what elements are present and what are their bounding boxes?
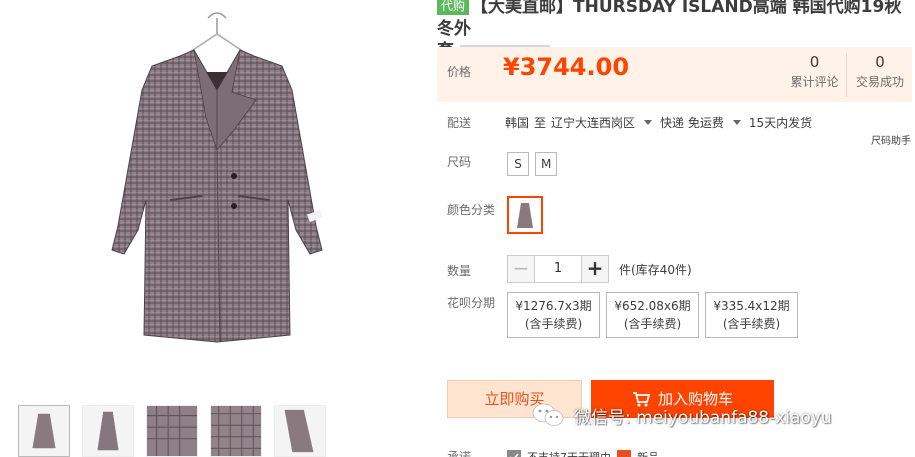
quantity-stepper: − 1 + [507, 255, 609, 283]
size-option-m[interactable]: M [535, 152, 558, 176]
promise-items: 不支持7天无理由 新品 [507, 449, 659, 457]
wechat-icon [532, 403, 564, 426]
installment-option-6[interactable]: ¥652.08x6期 (含手续费) [606, 292, 699, 338]
trades-label: 交易成功 [855, 75, 904, 89]
delivery-origin: 韩国 [505, 116, 530, 130]
delivery-to: 至 [534, 116, 547, 130]
trades-stat[interactable]: 0 交易成功 [851, 53, 909, 90]
title-line-1: 【大美直邮】THURSDAY ISLAND高端 韩国代购19秋冬外 [437, 0, 902, 39]
reviews-count: 0 [809, 53, 820, 71]
delivery-label: 配送 [447, 116, 472, 130]
promise-label: 承诺 [447, 450, 472, 457]
promise-item-2: 新品 [637, 449, 659, 457]
purchase-agent-tag: 代购 [437, 0, 470, 15]
size-option-s[interactable]: S [507, 152, 529, 176]
delivery-destination[interactable]: 辽宁大连西岗区 [551, 116, 635, 130]
thumbnail-2[interactable] [82, 405, 134, 457]
installment-fee: (含手续费) [524, 317, 583, 331]
installment-amount: ¥335.4x12期 [713, 299, 790, 313]
installment-amount: ¥652.08x6期 [614, 299, 691, 313]
color-label: 颜色分类 [447, 203, 496, 217]
wechat-watermark: 微信号: meiyoubanfa88-xiaoyu [532, 400, 832, 430]
trades-count: 0 [875, 53, 885, 71]
product-gallery [0, 0, 420, 457]
size-label: 尺码 [447, 155, 472, 169]
main-product-image[interactable] [20, 0, 415, 392]
promise-item-1: 不支持7天无理由 [527, 449, 611, 457]
reviews-stat[interactable]: 0 累计评论 [783, 53, 847, 97]
chevron-down-icon[interactable] [644, 120, 653, 125]
stock-info: 件(库存40件) [619, 263, 692, 277]
installment-fee: (含手续费) [722, 317, 781, 331]
size-helper-link[interactable]: 尺码助手 [871, 132, 911, 147]
delivery-info: 韩国至辽宁大连西岗区 快递 免运费 15天内发货 [505, 114, 817, 131]
delivery-method[interactable]: 快递 免运费 [660, 116, 724, 130]
quantity-decrease-button[interactable]: − [507, 255, 535, 283]
quantity-label: 数量 [447, 264, 472, 278]
thumbnail-strip [18, 405, 418, 457]
installment-fee: (含手续费) [623, 317, 682, 331]
reviews-label: 累计评论 [790, 75, 839, 89]
thumbnail-5[interactable] [274, 405, 326, 457]
watermark-text: 微信号: meiyoubanfa88-xiaoyu [574, 407, 832, 428]
color-swatch-plaid[interactable] [507, 196, 543, 234]
installment-label: 花呗分期 [447, 296, 496, 310]
thumbnail-4[interactable] [210, 405, 262, 457]
product-info: 代购【大美直邮】THURSDAY ISLAND高端 韩国代购19秋冬外 套 价格… [437, 0, 915, 457]
new-product-icon [617, 450, 631, 457]
ship-time: 15天内发货 [748, 116, 813, 130]
price-panel: 价格 ¥3744.00 0 累计评论 0 交易成功 [437, 47, 912, 102]
quantity-input[interactable]: 1 [535, 255, 581, 283]
installment-amount: ¥1276.7x3期 [515, 299, 592, 313]
quantity-increase-button[interactable]: + [581, 255, 609, 283]
installment-option-3[interactable]: ¥1276.7x3期 (含手续费) [507, 292, 600, 338]
price-label: 价格 [447, 65, 472, 79]
chevron-down-icon[interactable] [732, 120, 741, 125]
thumbnail-1[interactable] [18, 405, 70, 457]
no-return-icon [507, 450, 521, 457]
price-value: ¥3744.00 [503, 53, 630, 81]
installment-option-12[interactable]: ¥335.4x12期 (含手续费) [705, 292, 798, 338]
thumbnail-3[interactable] [146, 405, 198, 457]
